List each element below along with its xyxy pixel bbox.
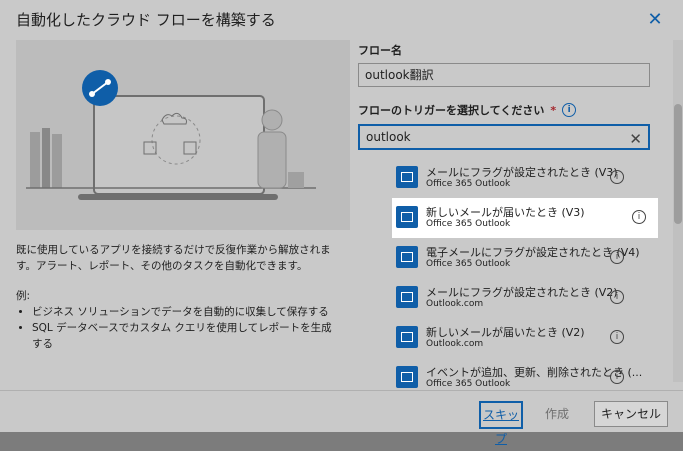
dialog-footer: スキップ 作成 キャンセル — [0, 390, 683, 446]
illustration — [16, 40, 350, 230]
flow-name-input[interactable]: outlook翻訳 — [358, 63, 650, 87]
create-button[interactable]: 作成 — [530, 401, 584, 427]
trigger-connector: Office 365 Outlook — [426, 219, 511, 229]
trigger-item[interactable]: メールにフラグが設定されたとき (V3) Office 365 Outlook … — [392, 158, 658, 198]
example-item: ビジネス ソリューションでデータを自動的に収集して保存する — [32, 304, 336, 320]
trigger-connector: Office 365 Outlook — [426, 259, 511, 269]
close-icon[interactable]: ✕ — [645, 10, 665, 30]
left-description: 既に使用しているアプリを接続するだけで反復作業から解放されます。アラート、レポー… — [16, 242, 336, 352]
info-icon[interactable]: i — [610, 170, 624, 184]
outlook-icon — [396, 286, 418, 308]
trigger-title: 電子メールにフラグが設定されたとき (V4) — [426, 246, 640, 259]
info-icon[interactable]: i — [610, 290, 624, 304]
clear-icon[interactable]: ✕ — [629, 128, 642, 150]
dialog-title: 自動化したクラウド フローを構築する — [16, 11, 276, 29]
cancel-button[interactable]: キャンセル — [594, 401, 668, 427]
trigger-item[interactable]: 電子メールにフラグが設定されたとき (V4) Office 365 Outloo… — [392, 238, 658, 278]
trigger-connector: Outlook.com — [426, 299, 484, 309]
form-pane: フロー名 outlook翻訳 フローのトリガーを選択してください * i out… — [358, 40, 658, 390]
trigger-connector: Outlook.com — [426, 339, 484, 349]
info-icon[interactable]: i — [610, 250, 624, 264]
create-flow-dialog: 自動化したクラウド フローを構築する ✕ 既に使用しているアプリを接続するだけで… — [0, 0, 683, 446]
trigger-item[interactable]: メールにフラグが設定されたとき (V2) Outlook.com i — [392, 278, 658, 318]
laptop-illustration-icon — [16, 40, 350, 230]
outlook-icon — [396, 366, 418, 388]
trigger-search-input[interactable]: outlook ✕ — [358, 124, 650, 150]
title-bar: 自動化したクラウド フローを構築する ✕ — [0, 0, 683, 38]
info-icon[interactable]: i — [610, 370, 624, 384]
required-mark: * — [550, 103, 557, 117]
trigger-item[interactable]: 新しいメールが届いたとき (V2) Outlook.com i — [392, 318, 658, 358]
examples-label: 例: — [16, 290, 31, 302]
skip-button[interactable]: スキップ — [479, 401, 523, 446]
trigger-title: 新しいメールが届いたとき (V3) — [426, 206, 585, 219]
trigger-title: メールにフラグが設定されたとき (V3) — [426, 166, 618, 179]
scrollbar-thumb[interactable] — [674, 104, 682, 224]
outlook-icon — [396, 206, 418, 228]
outlook-icon — [396, 166, 418, 188]
outlook-icon — [396, 326, 418, 348]
trigger-connector: Office 365 Outlook — [426, 179, 511, 189]
trigger-connector: Office 365 Outlook — [426, 379, 511, 389]
description-text: 既に使用しているアプリを接続するだけで反復作業から解放されます。アラート、レポー… — [16, 244, 331, 272]
trigger-item-selected[interactable]: 新しいメールが届いたとき (V3) Office 365 Outlook i — [392, 198, 658, 238]
search-value: outlook — [366, 130, 411, 144]
info-icon[interactable]: i — [632, 210, 646, 224]
trigger-label-row: フローのトリガーを選択してください * i — [358, 102, 577, 118]
info-icon[interactable]: i — [562, 103, 577, 117]
trigger-list: メールにフラグが設定されたとき (V3) Office 365 Outlook … — [392, 158, 658, 390]
example-item: SQL データベースでカスタム クエリを使用してレポートを生成する — [32, 320, 336, 352]
flow-name-label: フロー名 — [358, 44, 402, 57]
info-icon[interactable]: i — [610, 330, 624, 344]
outlook-icon — [396, 246, 418, 268]
trigger-label: フローのトリガーを選択してください — [358, 104, 545, 117]
trigger-item[interactable]: イベントが追加、更新、削除されたとき (... Office 365 Outlo… — [392, 358, 658, 390]
examples-list: ビジネス ソリューションでデータを自動的に収集して保存する SQL データベース… — [16, 304, 336, 352]
trigger-title: 新しいメールが届いたとき (V2) — [426, 326, 585, 339]
scrollbar[interactable] — [673, 40, 683, 382]
trigger-title: メールにフラグが設定されたとき (V2) — [426, 286, 618, 299]
